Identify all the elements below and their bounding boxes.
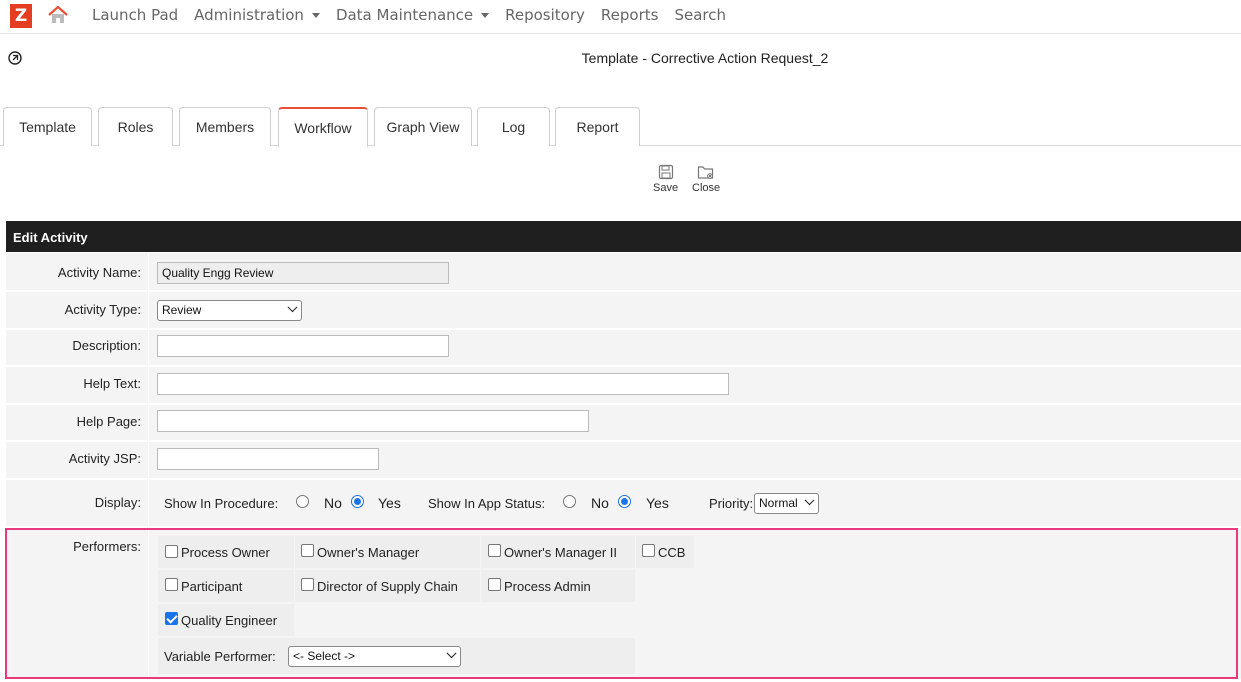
performer-cell: Owner's Manager bbox=[295, 536, 480, 568]
save-icon bbox=[658, 164, 673, 180]
ccb-label: CCB bbox=[658, 545, 686, 560]
show-in-app-status-no-label: No bbox=[591, 495, 609, 511]
performer-cell: Owner's Manager II bbox=[481, 536, 635, 568]
variable-performer-value: <- Select -> bbox=[293, 649, 356, 663]
activity-name-row: Activity Name: Quality Engg Review bbox=[6, 253, 1241, 291]
tab-graph-view[interactable]: Graph View bbox=[374, 107, 472, 146]
tab-workflow[interactable]: Workflow bbox=[278, 107, 368, 147]
home-icon[interactable] bbox=[47, 5, 69, 25]
tab-report[interactable]: Report bbox=[555, 107, 640, 146]
director-of-supply-chain-checkbox[interactable] bbox=[301, 578, 314, 591]
description-label: Description: bbox=[72, 338, 141, 353]
nav-reports[interactable]: Reports bbox=[601, 6, 659, 24]
show-in-procedure-yes-label: Yes bbox=[378, 495, 401, 511]
nav-administration[interactable]: Administration bbox=[194, 6, 320, 24]
variable-performer-label: Variable Performer: bbox=[164, 649, 276, 664]
performer-cell: Participant bbox=[158, 570, 294, 602]
close-button[interactable]: Close bbox=[692, 164, 720, 194]
tab-members[interactable]: Members bbox=[179, 107, 271, 146]
chevron-down-icon bbox=[804, 495, 815, 506]
process-admin-checkbox[interactable] bbox=[488, 578, 501, 591]
description-field[interactable] bbox=[157, 335, 449, 357]
tab-bar: Template Roles Members Workflow Graph Vi… bbox=[0, 106, 1241, 147]
help-text-row: Help Text: bbox=[6, 367, 1241, 404]
process-owner-label: Process Owner bbox=[181, 545, 270, 560]
performer-cell: Quality Engineer bbox=[158, 604, 294, 636]
ccb-checkbox[interactable] bbox=[642, 544, 655, 557]
owners-manager-label: Owner's Manager bbox=[317, 545, 420, 560]
show-in-app-status-yes-radio[interactable] bbox=[618, 495, 631, 508]
activity-name-field[interactable]: Quality Engg Review bbox=[157, 262, 449, 284]
show-in-procedure-no-radio[interactable] bbox=[296, 495, 309, 508]
owners-manager-checkbox[interactable] bbox=[301, 544, 314, 557]
participant-label: Participant bbox=[181, 579, 243, 594]
process-admin-label: Process Admin bbox=[504, 579, 591, 594]
nav-search[interactable]: Search bbox=[674, 6, 726, 24]
activity-jsp-row: Activity JSP: bbox=[6, 442, 1241, 479]
back-arrow-icon[interactable] bbox=[8, 51, 22, 65]
process-owner-checkbox[interactable] bbox=[165, 545, 178, 558]
participant-checkbox[interactable] bbox=[165, 578, 178, 591]
app-logo[interactable]: Z bbox=[10, 4, 32, 28]
nav-repository[interactable]: Repository bbox=[505, 6, 585, 24]
quality-engineer-checkbox[interactable] bbox=[165, 612, 178, 625]
edit-activity-header: Edit Activity bbox=[6, 221, 1241, 252]
chevron-down-icon bbox=[481, 13, 490, 18]
chevron-down-icon bbox=[287, 302, 298, 313]
show-in-procedure-no-label: No bbox=[324, 495, 342, 511]
performer-cell: Process Owner bbox=[158, 536, 294, 568]
chevron-down-icon bbox=[311, 13, 320, 18]
show-in-app-status-no-radio[interactable] bbox=[563, 495, 576, 508]
description-row: Description: bbox=[6, 330, 1241, 366]
save-button[interactable]: Save bbox=[653, 164, 678, 194]
show-in-procedure-yes-radio[interactable] bbox=[351, 495, 364, 508]
show-in-app-status-label: Show In App Status: bbox=[428, 496, 546, 511]
help-text-field[interactable] bbox=[157, 373, 729, 395]
activity-jsp-field[interactable] bbox=[157, 448, 379, 470]
performer-cell: CCB bbox=[636, 536, 694, 568]
show-in-procedure-label: Show In Procedure: bbox=[164, 496, 279, 511]
help-text-label: Help Text: bbox=[83, 376, 141, 391]
performer-cell: Director of Supply Chain bbox=[295, 570, 480, 602]
owners-manager-ii-checkbox[interactable] bbox=[488, 544, 501, 557]
help-page-row: Help Page: bbox=[6, 405, 1241, 441]
variable-performer-select[interactable]: <- Select -> bbox=[288, 646, 461, 667]
help-page-field[interactable] bbox=[157, 410, 589, 432]
director-of-supply-chain-label: Director of Supply Chain bbox=[317, 579, 458, 594]
tab-log[interactable]: Log bbox=[477, 107, 550, 146]
activity-type-select[interactable]: Review bbox=[157, 300, 302, 321]
activity-name-label: Activity Name: bbox=[57, 265, 141, 280]
quality-engineer-label: Quality Engineer bbox=[181, 613, 278, 628]
nav-launch-pad[interactable]: Launch Pad bbox=[92, 6, 178, 24]
close-label: Close bbox=[692, 182, 721, 194]
variable-performer-cell: Variable Performer: <- Select -> bbox=[158, 638, 635, 674]
activity-type-row: Activity Type: Review bbox=[6, 292, 1241, 329]
show-in-app-status-yes-label: Yes bbox=[646, 495, 669, 511]
display-label: Display: bbox=[94, 495, 141, 510]
activity-type-label: Activity Type: bbox=[64, 302, 141, 317]
tab-template[interactable]: Template bbox=[3, 107, 92, 146]
nav-data-maintenance[interactable]: Data Maintenance bbox=[336, 6, 490, 24]
top-nav: Z Launch Pad Administration Data Mainten… bbox=[0, 0, 1241, 34]
activity-type-value: Review bbox=[162, 303, 202, 317]
help-page-label: Help Page: bbox=[76, 414, 141, 429]
priority-label: Priority: bbox=[709, 496, 754, 511]
tab-roles[interactable]: Roles bbox=[98, 107, 173, 146]
priority-value: Normal bbox=[759, 496, 798, 510]
activity-jsp-label: Activity JSP: bbox=[68, 451, 141, 466]
folder-close-icon bbox=[697, 166, 714, 179]
save-label: Save bbox=[653, 182, 679, 194]
performers-label: Performers: bbox=[73, 539, 141, 554]
performer-cell: Process Admin bbox=[481, 570, 635, 602]
chevron-down-icon bbox=[446, 648, 457, 659]
page-title: Template - Corrective Action Request_2 bbox=[581, 50, 829, 66]
owners-manager-ii-label: Owner's Manager II bbox=[504, 545, 618, 560]
display-row: Display: Show In Procedure: No Yes Show … bbox=[6, 480, 1241, 527]
priority-select[interactable]: Normal bbox=[754, 493, 819, 514]
performers-row: Performers: Process Owner Owner's Manage… bbox=[6, 528, 1241, 679]
